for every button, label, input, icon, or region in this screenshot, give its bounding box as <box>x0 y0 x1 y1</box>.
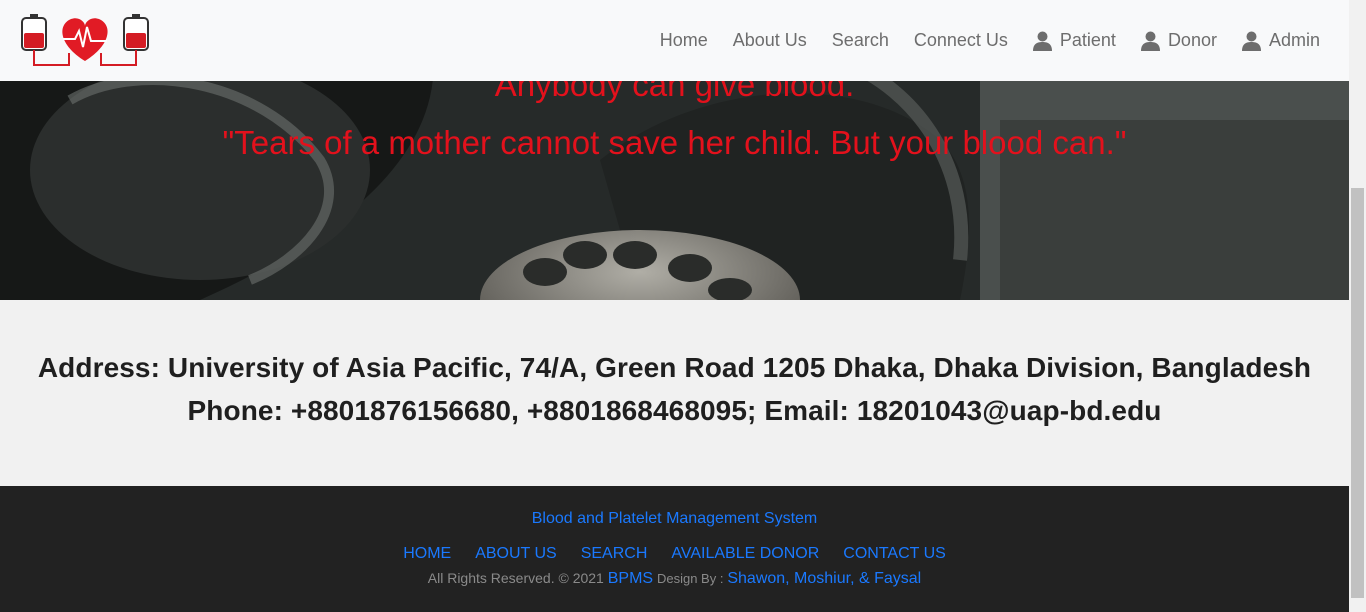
user-icon <box>1241 31 1261 51</box>
footer-link-search[interactable]: SEARCH <box>581 545 648 563</box>
footer-link-about-us[interactable]: ABOUT US <box>475 545 557 563</box>
footer-links: HOME ABOUT US SEARCH AVAILABLE DONOR CON… <box>0 545 1349 563</box>
nav-admin[interactable]: Admin <box>1241 30 1320 51</box>
footer-link-available-donor[interactable]: AVAILABLE DONOR <box>671 545 819 563</box>
user-icon <box>1032 31 1052 51</box>
phone-email-text: Phone: +8801876156680, +8801868468095; E… <box>187 395 1162 426</box>
top-navbar: Home About Us Search Connect Us Patient … <box>0 0 1349 81</box>
scrollbar-thumb[interactable] <box>1351 188 1364 598</box>
nav-patient[interactable]: Patient <box>1032 30 1116 51</box>
nav-connect-us[interactable]: Connect Us <box>914 30 1008 51</box>
blood-bag-heart-logo[interactable] <box>19 13 151 69</box>
user-icon <box>1140 31 1160 51</box>
brand-link[interactable]: BPMS <box>608 570 653 587</box>
nav-about-us[interactable]: About Us <box>733 30 807 51</box>
footer-system-name[interactable]: Blood and Platelet Management System <box>0 510 1349 528</box>
page-scrollbar[interactable] <box>1349 0 1366 612</box>
copyright-text: All Rights Reserved. © 2021 <box>427 570 604 586</box>
nav-admin-label: Admin <box>1268 30 1320 50</box>
footer: Blood and Platelet Management System HOM… <box>0 486 1349 612</box>
nav-home[interactable]: Home <box>660 30 708 51</box>
designers-link[interactable]: Shawon, Moshiur, & Faysal <box>727 570 921 587</box>
hero-quote-2: "Tears of a mother cannot save her child… <box>222 124 1127 161</box>
footer-link-contact-us[interactable]: CONTACT US <box>843 545 946 563</box>
nav-search-label: Search <box>831 30 889 50</box>
design-by-label: Design By : <box>656 571 724 586</box>
footer-link-home[interactable]: HOME <box>403 545 451 563</box>
nav-connect-us-label: Connect Us <box>913 30 1008 50</box>
nav-search[interactable]: Search <box>832 30 889 51</box>
nav-about-us-label: About Us <box>732 30 807 50</box>
copyright: All Rights Reserved. © 2021 BPMS Design … <box>0 570 1349 588</box>
nav-donor-label: Donor <box>1167 30 1217 50</box>
nav-donor[interactable]: Donor <box>1140 30 1217 51</box>
main-nav: Home About Us Search Connect Us Patient … <box>635 0 1320 81</box>
nav-home-label: Home <box>659 30 708 50</box>
contact-section: Address: University of Asia Pacific, 74/… <box>0 300 1349 486</box>
nav-patient-label: Patient <box>1059 30 1116 50</box>
address-text: Address: University of Asia Pacific, 74/… <box>37 352 1312 383</box>
